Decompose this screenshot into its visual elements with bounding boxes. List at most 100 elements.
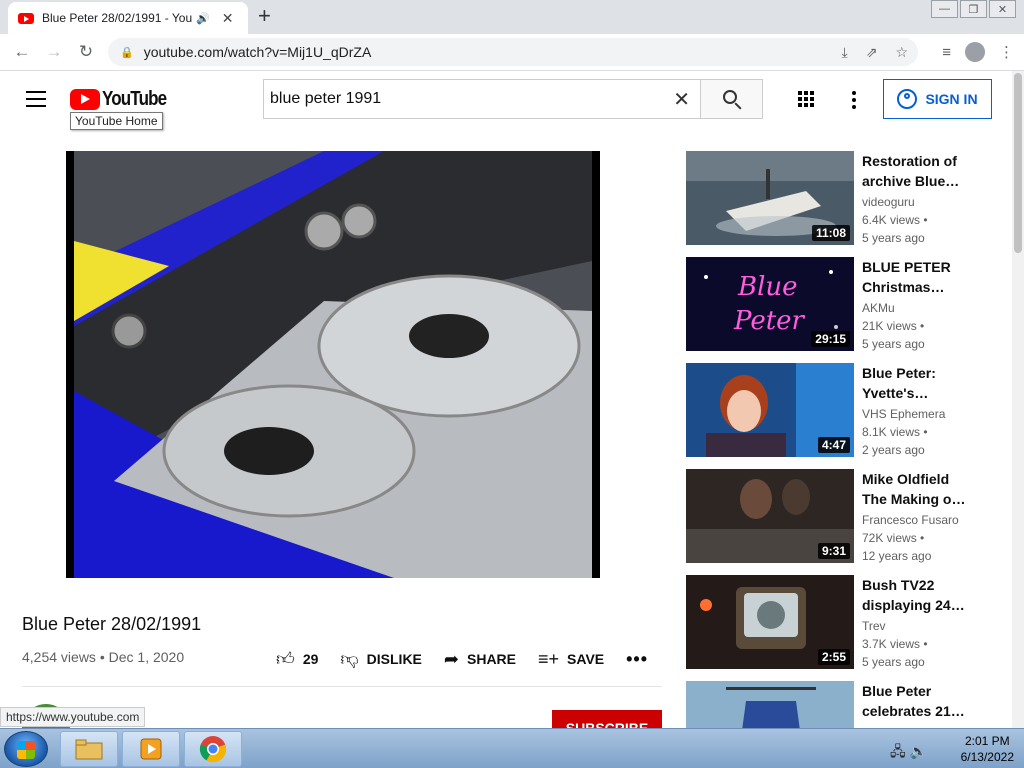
audio-playing-icon[interactable]: 🔊 [196, 12, 210, 25]
recommendation-thumbnail[interactable]: 11:08 [686, 151, 854, 245]
clock-time: 2:01 PM [964, 734, 1010, 748]
recommendation-title[interactable]: Restoration of archive Blue… [862, 151, 972, 191]
search-box[interactable]: ✕ [263, 79, 701, 119]
channel-name[interactable]: Trev [862, 619, 886, 633]
recommendation-title[interactable]: BLUE PETER Christmas… [862, 257, 972, 297]
recommendation-item[interactable]: 2:55 Bush TV22 displaying 24… Trev 3.7K v… [686, 575, 986, 671]
start-button[interactable] [4, 731, 48, 767]
video-actions: 👍︎ 29 👎︎ DISLIKE ➦ SHARE ≡+ SAVE ••• [276, 648, 648, 670]
view-count: 4,254 views [22, 649, 96, 665]
view-count: 6.4K views • [862, 213, 928, 227]
media-control-icon[interactable]: ≡ [942, 44, 951, 61]
minimize-button[interactable]: — [931, 0, 958, 18]
upload-age: 12 years ago [862, 549, 932, 563]
taskbar-explorer[interactable] [60, 731, 118, 767]
share-arrow-icon: ➦ [443, 648, 459, 669]
taskbar-media-player[interactable] [122, 731, 180, 767]
profile-avatar-icon[interactable] [965, 42, 985, 62]
more-actions-icon[interactable]: ••• [626, 649, 648, 670]
recommendation-title[interactable]: Mike Oldfield The Making o… [862, 469, 972, 509]
recommendation-thumbnail[interactable] [686, 681, 854, 728]
tab-close-icon[interactable]: ✕ [222, 10, 234, 27]
search-input[interactable] [270, 90, 650, 108]
channel-name[interactable]: VHS Ephemera [862, 407, 945, 421]
video-title: Blue Peter 28/02/1991 [22, 614, 202, 634]
channel-name[interactable]: AKMu [862, 301, 895, 315]
settings-more-icon[interactable] [852, 91, 856, 112]
logo-tooltip: YouTube Home [70, 112, 163, 130]
recommendation-title[interactable]: Blue Peter celebrates 21… [862, 681, 972, 721]
youtube-favicon-icon [18, 12, 34, 24]
folder-icon [75, 739, 103, 760]
page-scrollbar[interactable] [1012, 71, 1024, 728]
video-duration: 4:47 [817, 437, 850, 453]
recommendation-item[interactable]: 4:47 Blue Peter: Yvette's… VHS Ephemera 8… [686, 363, 986, 459]
youtube-header: YouTube YouTube Home ✕ SIGN IN [0, 71, 1012, 130]
video-duration: 29:15 [811, 331, 850, 347]
close-window-button[interactable]: ✕ [989, 0, 1016, 18]
lock-icon[interactable]: 🔒 [120, 46, 134, 59]
video-still-reel-to-reel [74, 151, 592, 578]
system-tray-icons[interactable]: 🖧 🔈 [890, 741, 927, 765]
upload-age: 5 years ago [862, 231, 925, 245]
thumb-text-blue: Blue [737, 272, 798, 302]
share-page-icon[interactable]: ⇗ [866, 44, 878, 61]
search-icon [722, 90, 737, 104]
recommendation-thumbnail[interactable]: 9:31 [686, 469, 854, 563]
recommendation-item[interactable]: Blue Peter celebrates 21… [686, 681, 986, 728]
hamburger-menu-icon[interactable] [26, 91, 46, 112]
address-bar[interactable]: 🔒 youtube.com/watch?v=Mij1U_qDrZA ⤓ ⇗ ☆ [108, 38, 918, 66]
back-arrow-icon[interactable]: ← [6, 42, 38, 62]
recommendation-item[interactable]: 9:31 Mike Oldfield The Making o… Francesc… [686, 469, 986, 565]
channel-name[interactable]: Francesco Fusaro [862, 513, 959, 527]
sign-in-button[interactable]: SIGN IN [883, 79, 992, 119]
windows-logo-icon [17, 741, 35, 759]
like-button[interactable]: 👍︎ 29 [276, 648, 318, 670]
thumbs-up-icon: 👍︎ [276, 649, 295, 669]
window-controls: — ❐ ✕ [929, 0, 1016, 18]
recommendation-thumbnail[interactable]: 2:55 [686, 575, 854, 669]
restore-button[interactable]: ❐ [960, 0, 987, 18]
recommendation-item[interactable]: 11:08 Restoration of archive Blue… videog… [686, 151, 986, 247]
install-app-icon[interactable]: ⤓ [842, 44, 848, 61]
like-count: 29 [302, 651, 319, 667]
bookmark-star-icon[interactable]: ☆ [895, 44, 908, 61]
thumb-text-peter: Peter [733, 306, 806, 336]
share-button[interactable]: ➦ SHARE [444, 649, 516, 670]
save-button[interactable]: ≡+ SAVE [538, 649, 604, 670]
recommendation-title[interactable]: Bush TV22 displaying 24… [862, 575, 972, 615]
video-meta: 4,254 views • Dec 1, 2020 [22, 649, 184, 665]
windows-taskbar: 🖧 🔈 2:01 PM 6/13/2022 [0, 728, 1024, 768]
clear-search-icon[interactable]: ✕ [673, 87, 690, 112]
reload-icon[interactable]: ↻ [70, 42, 102, 62]
recommendation-title[interactable]: Blue Peter: Yvette's… [862, 363, 972, 403]
taskbar-chrome[interactable] [184, 731, 242, 767]
sign-in-label: SIGN IN [925, 91, 978, 107]
system-clock[interactable]: 2:01 PM 6/13/2022 [961, 733, 1014, 765]
recommendation-item[interactable]: Blue Peter 29:15 BLUE PETER Christmas… AK… [686, 257, 986, 353]
view-count: 72K views • [862, 531, 925, 545]
clock-date: 6/13/2022 [960, 750, 1014, 764]
video-player[interactable] [66, 151, 600, 578]
forward-arrow-icon[interactable]: → [38, 42, 70, 62]
new-tab-button[interactable]: + [258, 5, 271, 27]
video-frame [74, 151, 592, 578]
recommendation-thumbnail[interactable]: 4:47 [686, 363, 854, 457]
channel-name[interactable]: videoguru [862, 195, 915, 209]
browser-tab[interactable]: Blue Peter 28/02/1991 - YouTube 🔊 ✕ [8, 2, 248, 34]
info-divider [22, 686, 662, 687]
upload-age: 5 years ago [862, 655, 925, 669]
chrome-menu-icon[interactable]: ⋮ [999, 43, 1014, 61]
url-text[interactable]: youtube.com/watch?v=Mij1U_qDrZA [144, 44, 372, 60]
youtube-wordmark: YouTube [102, 88, 167, 110]
view-count: 21K views • [862, 319, 925, 333]
video-duration: 2:55 [817, 649, 850, 665]
scrollbar-thumb[interactable] [1014, 73, 1022, 253]
apps-grid-icon[interactable] [798, 91, 814, 107]
search-button[interactable] [700, 79, 763, 119]
dislike-button[interactable]: 👎︎ DISLIKE [340, 648, 422, 670]
tab-title: Blue Peter 28/02/1991 - YouTube [42, 11, 192, 25]
recommendation-thumbnail[interactable]: Blue Peter 29:15 [686, 257, 854, 351]
youtube-logo[interactable]: YouTube [70, 88, 178, 111]
meta-separator: • [95, 649, 109, 665]
